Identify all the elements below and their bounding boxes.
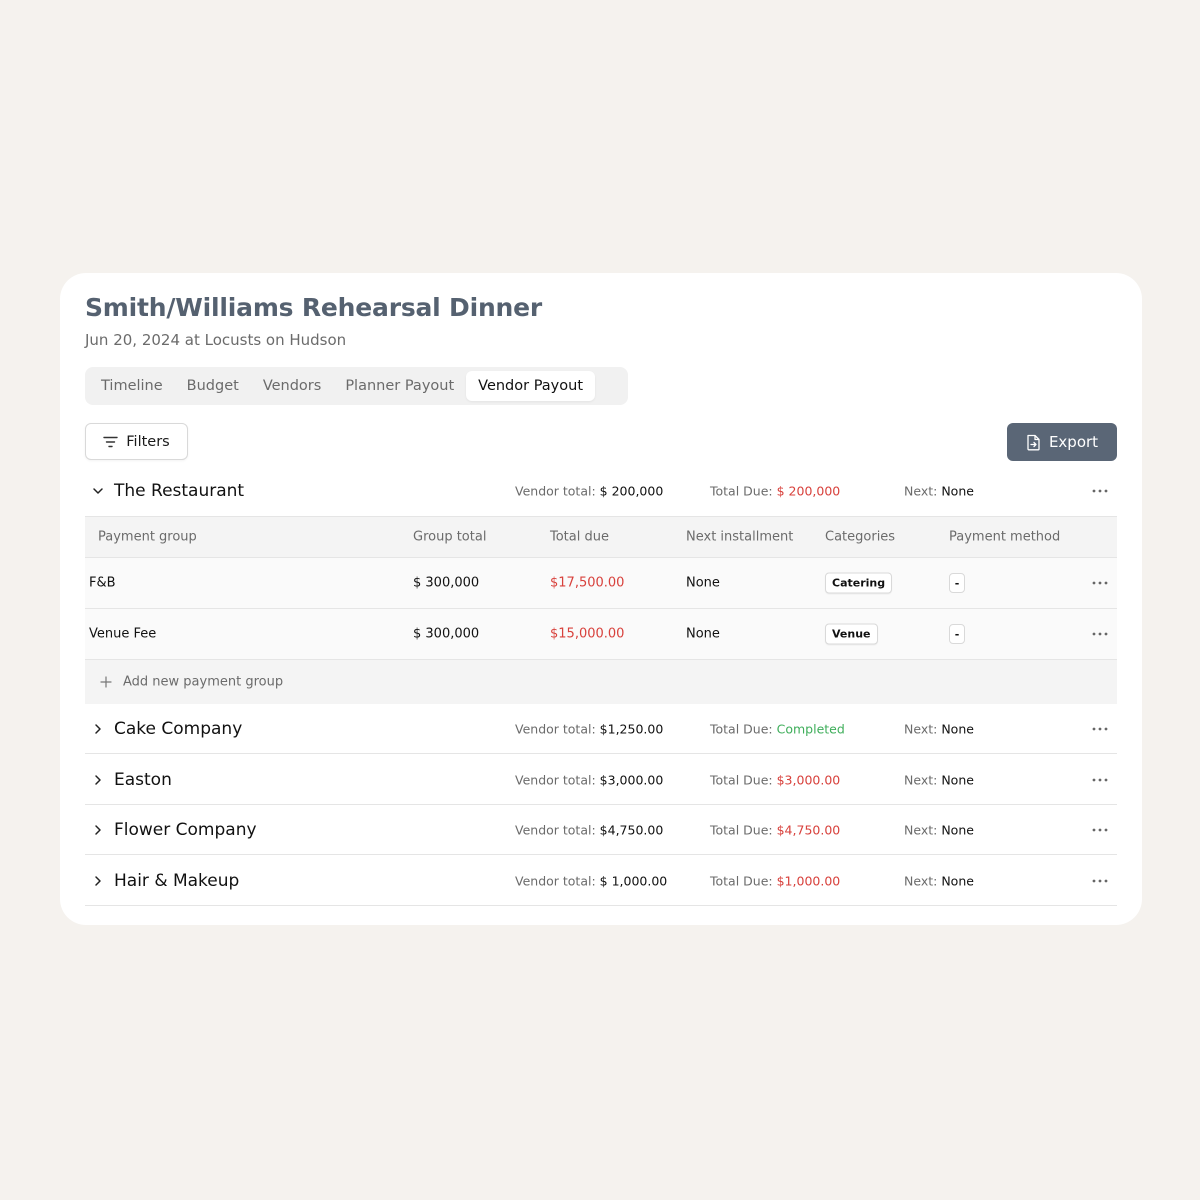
vendor-total-due: Total Due: $ 200,000 xyxy=(710,483,841,499)
vendor-next: Next: None xyxy=(904,772,974,787)
payment-method-badge[interactable]: - xyxy=(949,624,965,644)
column-header: Group total xyxy=(413,529,487,545)
next-installment: None xyxy=(686,575,720,591)
filters-button[interactable]: Filters xyxy=(85,423,188,460)
more-dots-icon[interactable] xyxy=(1091,726,1109,732)
group-total: $ 300,000 xyxy=(413,575,480,591)
more-dots-icon[interactable] xyxy=(1091,878,1109,884)
vendor-total: Vendor total: $4,750.00 xyxy=(515,822,664,837)
total-due: $17,500.00 xyxy=(550,575,625,591)
vendor-total-due: Total Due: Completed xyxy=(710,721,845,736)
vendor-row-cake-company[interactable]: Cake Company Vendor total: $1,250.00 Tot… xyxy=(85,704,1117,754)
plus-icon xyxy=(100,676,112,688)
filters-label: Filters xyxy=(126,433,170,450)
more-dots-icon[interactable] xyxy=(1091,777,1109,783)
vendor-total-due: Total Due: $3,000.00 xyxy=(710,772,841,787)
category-badge: Catering xyxy=(825,572,893,594)
vendor-name: Cake Company xyxy=(114,718,243,739)
chevron-right-icon[interactable] xyxy=(91,823,105,837)
tab-timeline[interactable]: Timeline xyxy=(89,371,175,401)
vendor-name: Flower Company xyxy=(114,819,257,840)
vendor-total: Vendor total: $1,250.00 xyxy=(515,721,664,736)
vendor-row-flower-company[interactable]: Flower Company Vendor total: $4,750.00 T… xyxy=(85,805,1117,855)
column-header: Next installment xyxy=(686,529,794,545)
chevron-right-icon[interactable] xyxy=(91,874,105,888)
payment-group-table: Payment group Group total Total due Next… xyxy=(85,516,1117,704)
export-label: Export xyxy=(1048,433,1099,451)
table-row[interactable]: F&B $ 300,000 $17,500.00 None Catering - xyxy=(85,558,1117,609)
column-header: Payment method xyxy=(949,529,1061,545)
vendor-row-the-restaurant[interactable]: The Restaurant Vendor total: $ 200,000 T… xyxy=(85,466,1117,516)
vendor-total-due: Total Due: $1,000.00 xyxy=(710,873,841,888)
table-header: Payment group Group total Total due Next… xyxy=(85,516,1117,558)
event-subtitle: Jun 20, 2024 at Locusts on Hudson xyxy=(85,331,347,349)
vendor-total: Vendor total: $3,000.00 xyxy=(515,772,664,787)
tab-bar: Timeline Budget Vendors Planner Payout V… xyxy=(85,367,628,405)
tab-vendor-payout[interactable]: Vendor Payout xyxy=(466,371,596,401)
vendor-name: Hair & Makeup xyxy=(114,870,240,891)
vendor-total: Vendor total: $ 200,000 xyxy=(515,483,664,499)
export-button[interactable]: Export xyxy=(1007,423,1117,461)
vendor-row-hair-makeup[interactable]: Hair & Makeup Vendor total: $ 1,000.00 T… xyxy=(85,856,1117,906)
payment-group-name: F&B xyxy=(89,575,116,591)
vendor-total: Vendor total: $ 1,000.00 xyxy=(515,873,668,888)
group-total: $ 300,000 xyxy=(413,626,480,642)
payment-group-name: Venue Fee xyxy=(89,626,157,642)
vendor-next: Next: None xyxy=(904,873,974,888)
more-dots-icon[interactable] xyxy=(1091,580,1109,586)
vendor-payout-card: Smith/Williams Rehearsal Dinner Jun 20, … xyxy=(60,273,1142,925)
column-header: Categories xyxy=(825,529,896,545)
vendor-name: Easton xyxy=(114,769,172,790)
vendor-next: Next: None xyxy=(904,822,974,837)
file-export-icon xyxy=(1027,434,1040,450)
tab-budget[interactable]: Budget xyxy=(175,371,251,401)
column-header: Payment group xyxy=(98,529,197,545)
chevron-right-icon[interactable] xyxy=(91,773,105,787)
tab-planner-payout[interactable]: Planner Payout xyxy=(333,371,466,401)
category-badge: Venue xyxy=(825,623,878,645)
table-row[interactable]: Venue Fee $ 300,000 $15,000.00 None Venu… xyxy=(85,609,1117,660)
payment-method-badge[interactable]: - xyxy=(949,573,965,593)
vendor-row-easton[interactable]: Easton Vendor total: $3,000.00 Total Due… xyxy=(85,755,1117,805)
more-dots-icon[interactable] xyxy=(1091,631,1109,637)
more-dots-icon[interactable] xyxy=(1091,488,1109,494)
add-payment-group-label: Add new payment group xyxy=(123,674,284,690)
page-title: Smith/Williams Rehearsal Dinner xyxy=(85,293,543,322)
vendor-next: Next: None xyxy=(904,721,974,736)
vendor-next: Next: None xyxy=(904,483,974,499)
filter-lines-icon xyxy=(103,436,118,447)
tab-vendors[interactable]: Vendors xyxy=(251,371,334,401)
more-dots-icon[interactable] xyxy=(1091,827,1109,833)
vendor-total-due: Total Due: $4,750.00 xyxy=(710,822,841,837)
column-header: Total due xyxy=(550,529,609,545)
add-payment-group-button[interactable]: Add new payment group xyxy=(85,660,1117,704)
vendor-name: The Restaurant xyxy=(114,481,245,501)
chevron-right-icon[interactable] xyxy=(91,722,105,736)
next-installment: None xyxy=(686,626,720,642)
chevron-down-icon[interactable] xyxy=(91,484,105,498)
total-due: $15,000.00 xyxy=(550,626,625,642)
